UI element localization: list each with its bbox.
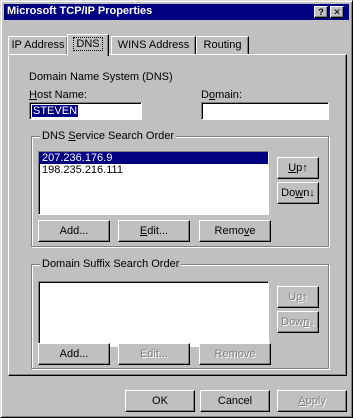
cancel-button[interactable]: Cancel — [200, 390, 270, 412]
ok-button[interactable]: OK — [125, 390, 195, 412]
help-button[interactable]: ? — [314, 6, 328, 18]
close-button[interactable]: ✕ — [330, 6, 344, 18]
suffix-move-up-button[interactable]: Up↑ — [277, 286, 319, 308]
dns-section-label: Domain Name System (DNS) — [29, 71, 173, 83]
suffix-add-button[interactable]: Add... — [38, 343, 110, 365]
host-name-label: Host Name: — [29, 89, 88, 101]
dns-move-up-button[interactable]: Up↑ — [277, 157, 319, 179]
help-icon: ? — [318, 7, 324, 17]
dns-server-list[interactable]: 207.236.176.9 198.235.216.111 — [38, 151, 269, 215]
tab-wins-address[interactable]: WINS Address — [111, 36, 196, 54]
domain-suffix-search-order-group: Domain Suffix Search Order Up↑ Down↓ Add… — [31, 258, 329, 369]
tab-ip-address[interactable]: IP Address — [8, 36, 68, 54]
domain-suffix-list[interactable] — [38, 281, 269, 347]
dns-move-down-button[interactable]: Down↓ — [277, 182, 319, 204]
suffix-remove-button[interactable]: Remove — [199, 343, 271, 365]
title-bar[interactable]: Microsoft TCP/IP Properties ? ✕ — [4, 4, 349, 20]
tab-routing-label: Routing — [203, 39, 242, 51]
dns-remove-button[interactable]: Remove — [199, 220, 271, 242]
host-name-value: STEVEN — [32, 105, 79, 117]
tab-routing[interactable]: Routing — [196, 36, 249, 54]
suffix-edit-button[interactable]: Edit... — [118, 343, 190, 365]
list-item[interactable]: 198.235.216.111 — [39, 164, 268, 176]
dns-edit-button[interactable]: Edit... — [118, 220, 190, 242]
dns-tab-panel: Domain Name System (DNS) Host Name: STEV… — [8, 54, 347, 376]
domain-label: Domain: — [201, 89, 242, 101]
suffix-move-down-button[interactable]: Down↓ — [277, 311, 319, 333]
dns-service-search-order-group: DNS Service Search Order 207.236.176.9 1… — [31, 130, 329, 247]
domain-input[interactable] — [201, 102, 329, 120]
tab-ip-address-label: IP Address — [11, 39, 65, 51]
window-title: Microsoft TCP/IP Properties — [7, 5, 153, 17]
dns-service-search-order-legend: DNS Service Search Order — [40, 130, 177, 142]
host-name-input[interactable]: STEVEN — [29, 102, 142, 120]
close-icon: ✕ — [333, 7, 341, 17]
dns-add-button[interactable]: Add... — [38, 220, 110, 242]
tcpip-properties-window: Microsoft TCP/IP Properties ? ✕ IP Addre… — [0, 0, 353, 418]
tab-wins-address-label: WINS Address — [117, 39, 190, 51]
tab-dns[interactable]: DNS — [67, 34, 109, 56]
domain-suffix-search-order-legend: Domain Suffix Search Order — [40, 258, 182, 270]
list-item[interactable]: 207.236.176.9 — [39, 152, 268, 164]
tab-dns-label: DNS — [73, 37, 103, 51]
apply-button[interactable]: Apply — [277, 390, 347, 412]
